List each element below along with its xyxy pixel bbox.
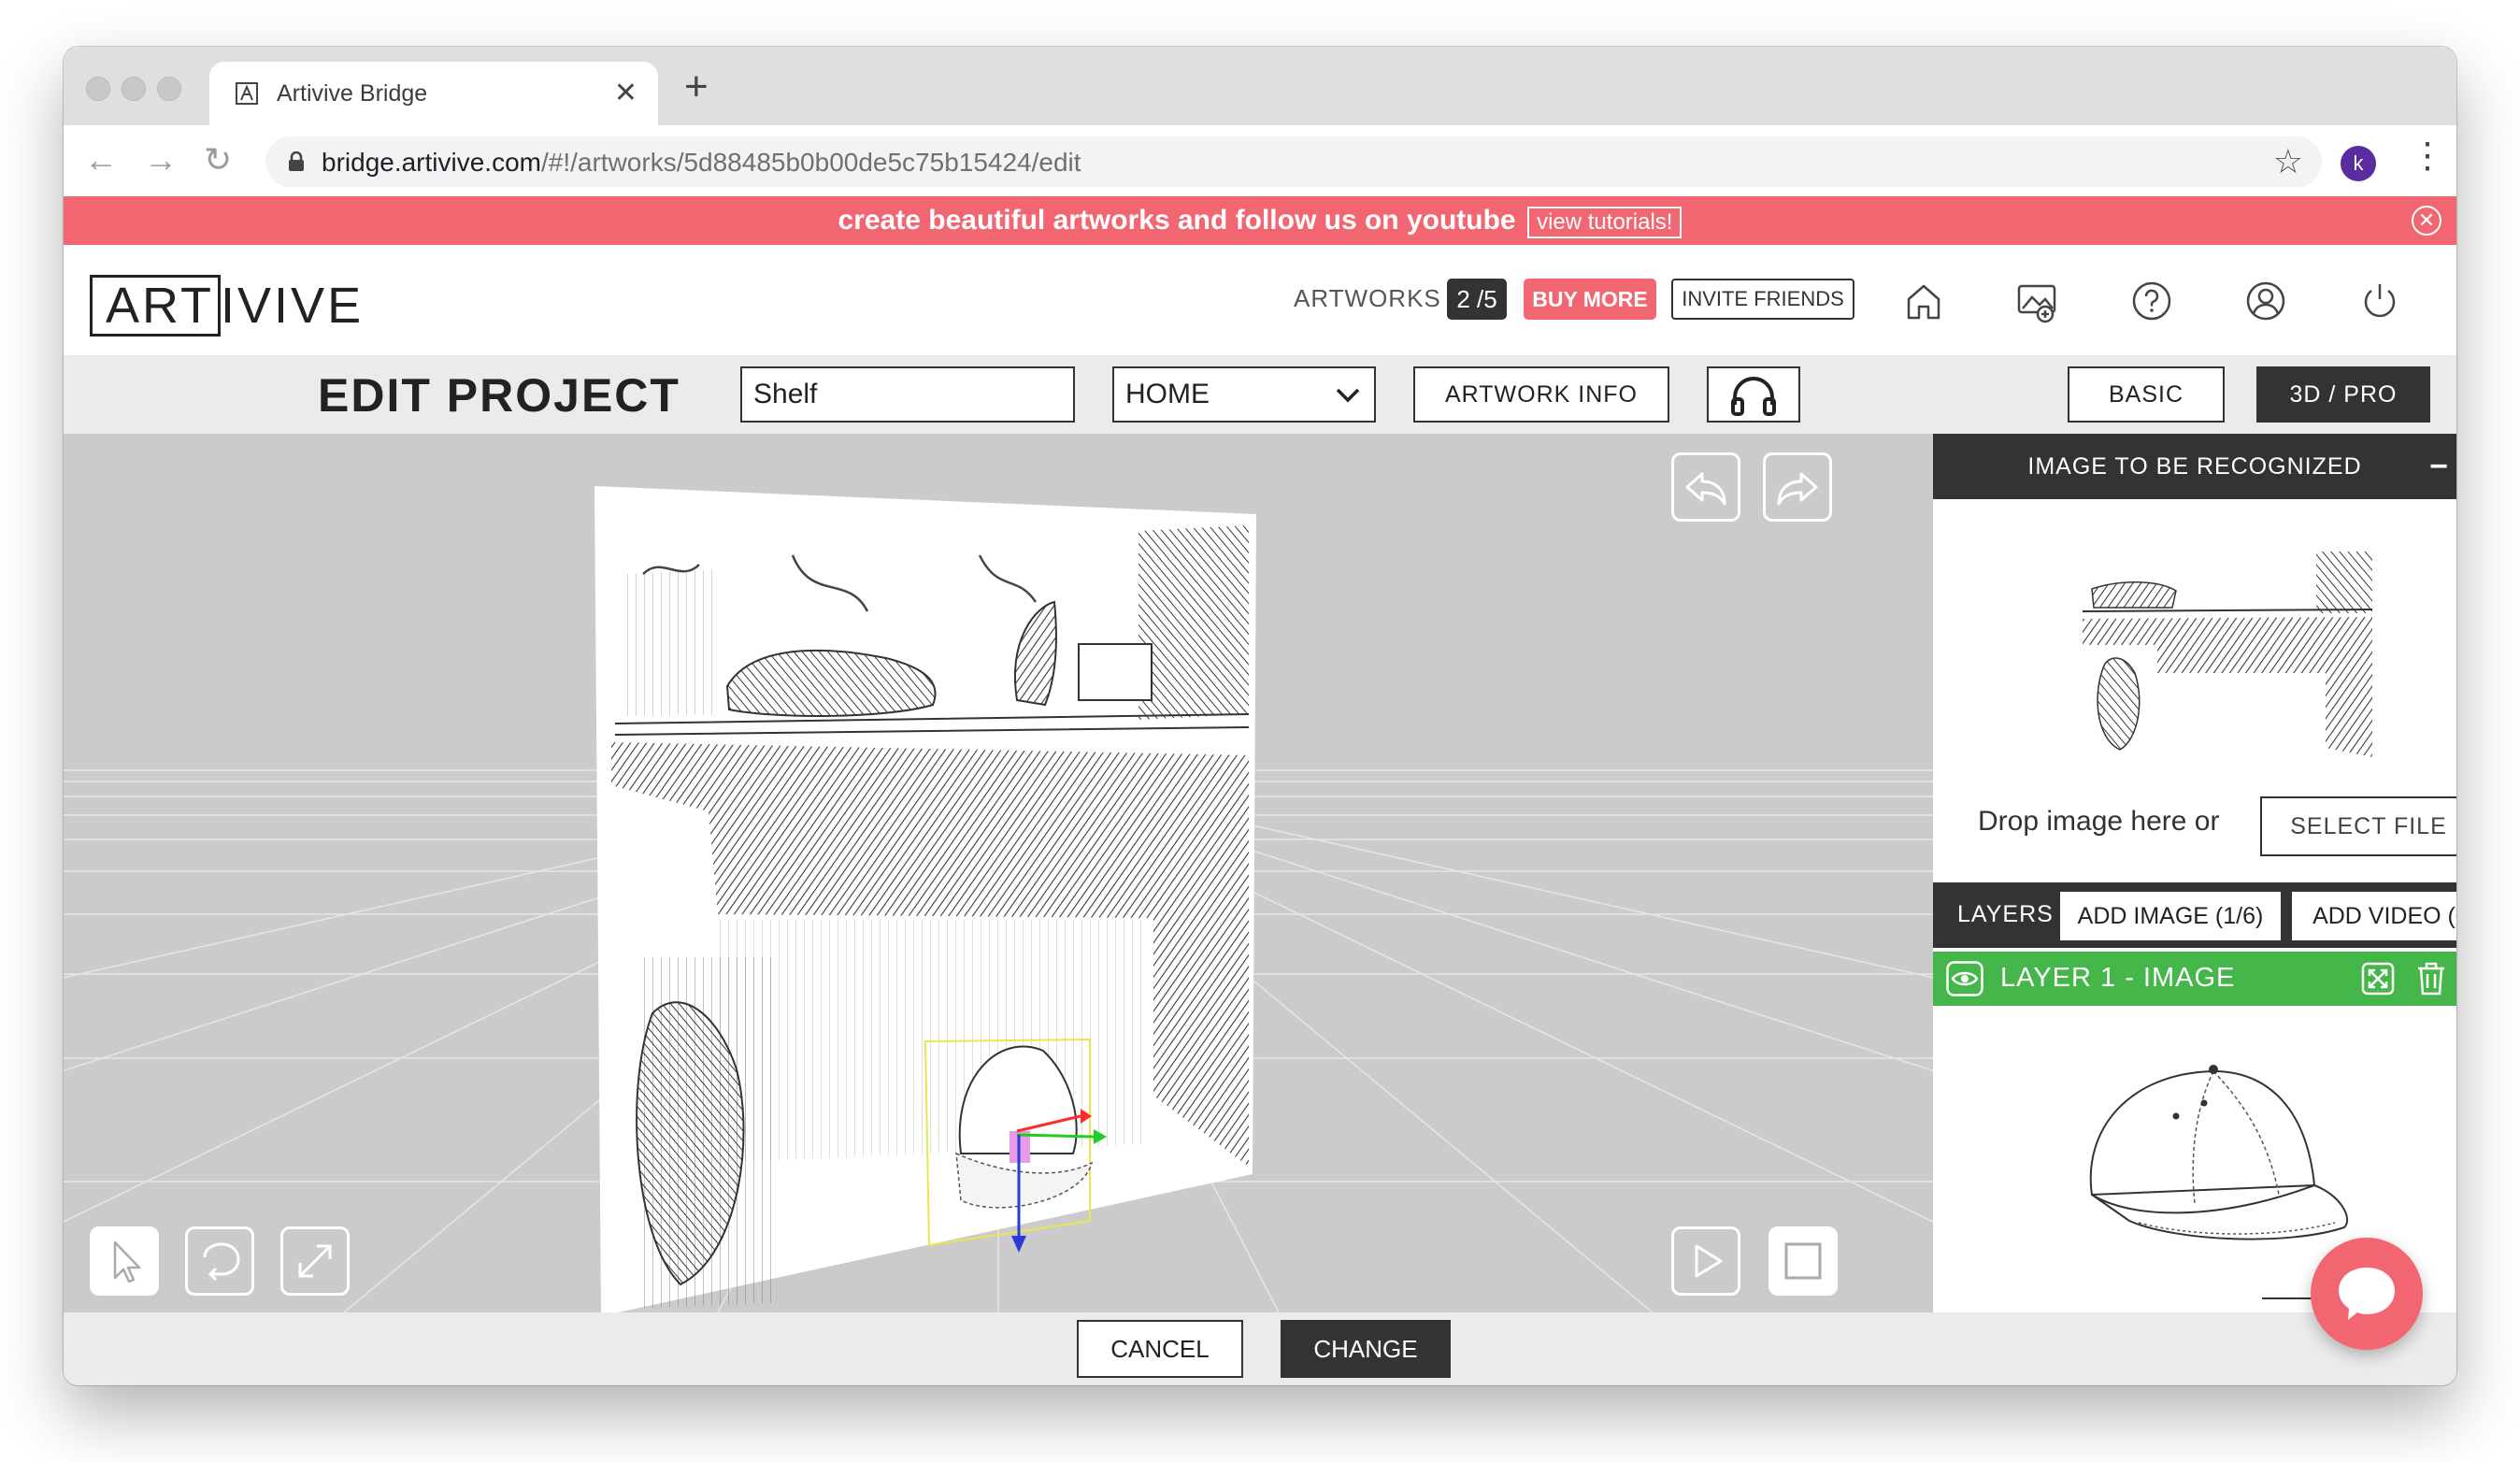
back-icon[interactable]: ←: [84, 140, 118, 179]
headphones-icon: [1731, 377, 1776, 416]
artwork-plane: [594, 486, 1256, 1312]
reload-icon[interactable]: ↻: [204, 140, 232, 179]
browser-menu-icon[interactable]: ⋮: [2410, 138, 2445, 174]
browser-toolbar: ← → ↻ bridge.artivive.com/#!/artworks/5d…: [64, 125, 2456, 196]
chat-bubble-icon: [2339, 1268, 2395, 1320]
power-icon[interactable]: [2357, 279, 2402, 323]
recognition-image-title: IMAGE TO BE RECOGNIZED: [2027, 453, 2362, 480]
project-name-input[interactable]: Shelf: [740, 366, 1075, 423]
profile-avatar[interactable]: k: [2341, 146, 2376, 181]
cursor-arrow-icon: [113, 1240, 141, 1283]
side-panel: IMAGE TO BE RECOGNIZED − Drop image here…: [1933, 434, 2456, 1312]
browser-window: Artivive Bridge ✕ + ← → ↻ bridge.artiviv…: [64, 47, 2456, 1385]
help-icon[interactable]: [2129, 279, 2174, 323]
3d-viewport[interactable]: [64, 434, 1933, 1312]
new-tab-icon[interactable]: +: [684, 64, 709, 110]
user-icon[interactable]: [2243, 279, 2288, 323]
browser-tab[interactable]: Artivive Bridge ✕: [209, 62, 658, 125]
tab-title: Artivive Bridge: [277, 80, 428, 107]
visibility-eye-icon[interactable]: [1946, 961, 1983, 996]
chevron-down-icon: [1336, 388, 1360, 403]
scale-tool-button[interactable]: [280, 1226, 350, 1296]
page-title: EDIT PROJECT: [318, 369, 680, 422]
play-button[interactable]: [1671, 1226, 1740, 1296]
3d-scene: [64, 486, 1933, 1312]
undo-icon: [1685, 472, 1726, 506]
home-icon[interactable]: [1901, 279, 1946, 323]
stop-icon: [1784, 1242, 1822, 1280]
redo-button[interactable]: [1763, 452, 1832, 522]
artwork-info-button[interactable]: ARTWORK INFO: [1413, 366, 1669, 423]
recognition-image-thumbnail[interactable]: [2083, 552, 2372, 757]
layer-row[interactable]: LAYER 1 - IMAGE −: [1933, 952, 2456, 1006]
add-video-button[interactable]: ADD VIDEO (0/3): [2292, 892, 2456, 940]
tab-close-icon[interactable]: ✕: [614, 77, 637, 109]
url-path: /#!/artworks/5d88485b0b00de5c75b15424/ed…: [540, 148, 1081, 177]
artworks-label: ARTWORKS: [1294, 284, 1441, 312]
chat-launcher-button[interactable]: [2311, 1238, 2423, 1350]
expand-icon: [298, 1244, 332, 1278]
artivive-logo[interactable]: ART IVIVE: [90, 275, 365, 337]
change-button[interactable]: CHANGE: [1281, 1320, 1451, 1378]
redo-icon: [1777, 472, 1818, 506]
banner-message: create beautiful artworks and follow us …: [838, 205, 1516, 236]
pro-mode-button[interactable]: 3D / PRO: [2256, 366, 2430, 423]
rotate-icon: [203, 1242, 240, 1282]
select-tool-button[interactable]: [90, 1226, 159, 1296]
add-image-button[interactable]: ADD IMAGE (1/6): [2060, 892, 2281, 940]
artivive-favicon-icon: [236, 82, 258, 105]
cancel-button[interactable]: CANCEL: [1077, 1320, 1243, 1378]
bookmark-star-icon[interactable]: ☆: [2273, 142, 2303, 181]
window-minimize-dot[interactable]: [122, 77, 146, 101]
basic-mode-button[interactable]: BASIC: [2068, 366, 2225, 423]
url-text: bridge.artivive.com/#!/artworks/5d88485b…: [322, 148, 1081, 178]
invite-friends-button[interactable]: INVITE FRIENDS: [1671, 279, 1854, 320]
category-value: HOME: [1125, 379, 1210, 409]
footer-bar: CANCEL CHANGE: [64, 1312, 2456, 1385]
edit-project-bar: EDIT PROJECT Shelf HOME ARTWORK INFO BAS…: [64, 355, 2456, 434]
lock-icon: [289, 151, 304, 171]
browser-tabbar: Artivive Bridge ✕ +: [64, 47, 2456, 125]
artworks-count-badge: 2 /5: [1447, 279, 1507, 320]
stop-button[interactable]: [1768, 1226, 1838, 1296]
fit-to-frame-icon[interactable]: [2361, 962, 2395, 996]
trash-icon[interactable]: [2415, 961, 2447, 996]
address-bar[interactable]: bridge.artivive.com/#!/artworks/5d88485b…: [265, 136, 2322, 187]
promo-banner: create beautiful artworks and follow us …: [64, 196, 2456, 245]
logo-rest-text: IVIVE: [221, 278, 365, 334]
app-header: ART IVIVE ARTWORKS 2 /5 BUY MORE INVITE F…: [64, 245, 2456, 355]
forward-icon[interactable]: →: [144, 140, 178, 179]
buy-more-button[interactable]: BUY MORE: [1524, 279, 1656, 320]
banner-close-icon[interactable]: ✕: [2412, 206, 2441, 236]
rotate-tool-button[interactable]: [185, 1226, 254, 1296]
view-tutorials-link[interactable]: view tutorials!: [1527, 206, 1682, 238]
logo-boxed-text: ART: [90, 275, 222, 337]
undo-button[interactable]: [1671, 452, 1740, 522]
layers-label: LAYERS: [1957, 901, 2054, 927]
gallery-add-icon[interactable]: [2015, 279, 2060, 323]
select-file-button[interactable]: SELECT FILE: [2260, 796, 2456, 856]
layers-bar: LAYERS ADD IMAGE (1/6) ADD VIDEO (0/3): [1933, 882, 2456, 948]
layer-name: LAYER 1 - IMAGE: [2000, 963, 2236, 993]
play-icon: [1695, 1244, 1723, 1278]
window-zoom-dot[interactable]: [157, 77, 181, 101]
audio-button[interactable]: [1707, 366, 1800, 423]
url-host: bridge.artivive.com: [322, 148, 541, 177]
recognition-image-header: IMAGE TO BE RECOGNIZED −: [1933, 434, 2456, 499]
collapse-icon[interactable]: −: [2429, 434, 2449, 499]
category-select[interactable]: HOME: [1112, 366, 1376, 423]
window-close-dot[interactable]: [86, 77, 110, 101]
drop-image-hint: Drop image here or: [1978, 806, 2220, 837]
